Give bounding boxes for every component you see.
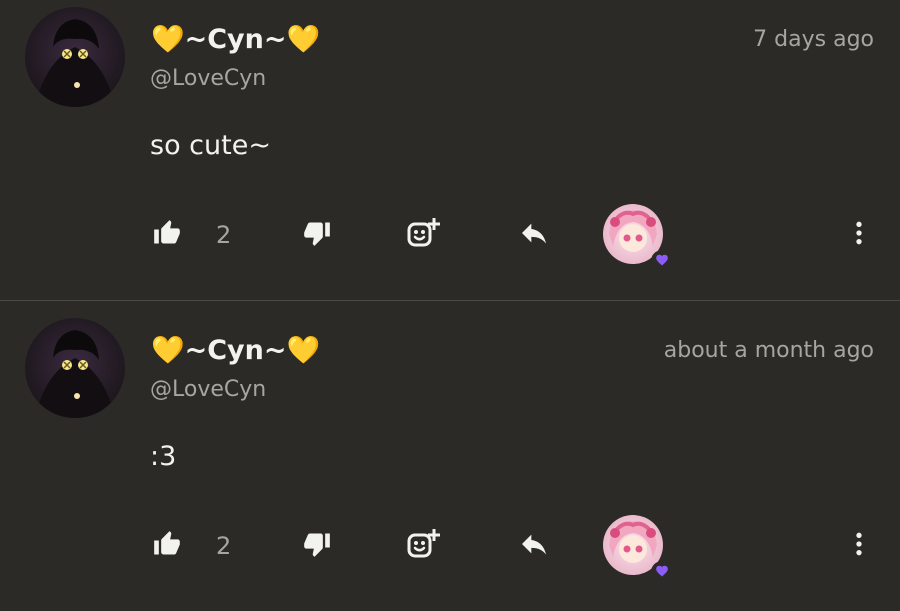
heart-badge bbox=[651, 250, 673, 272]
reply-button[interactable] bbox=[517, 218, 551, 252]
author-handle[interactable]: @LoveCyn bbox=[150, 64, 266, 94]
like-count: 2 bbox=[216, 532, 232, 560]
more-options-button[interactable] bbox=[842, 218, 876, 252]
timestamp[interactable]: about a month ago bbox=[664, 335, 874, 367]
more-vertical-icon bbox=[843, 528, 875, 564]
comment-actions: 2 bbox=[0, 200, 900, 272]
heart-icon bbox=[655, 563, 669, 582]
reply-button[interactable] bbox=[517, 529, 551, 563]
reply-icon bbox=[518, 217, 550, 253]
avatar[interactable] bbox=[25, 7, 125, 107]
like-button[interactable] bbox=[150, 529, 184, 563]
like-button[interactable] bbox=[150, 218, 184, 252]
heart-icon bbox=[655, 252, 669, 271]
thumbs-up-icon bbox=[153, 530, 181, 562]
more-options-button[interactable] bbox=[842, 529, 876, 563]
add-reaction-button[interactable] bbox=[406, 529, 440, 563]
thumbs-down-icon bbox=[303, 530, 331, 562]
creator-heart[interactable] bbox=[603, 515, 673, 583]
comment-item: 💛~Cyn~💛 @LoveCyn about a month ago :3 2 bbox=[0, 311, 900, 611]
comment-text: :3 bbox=[150, 441, 177, 472]
heart-badge bbox=[651, 561, 673, 583]
creator-heart[interactable] bbox=[603, 204, 673, 272]
thumbs-up-icon bbox=[153, 219, 181, 251]
timestamp[interactable]: 7 days ago bbox=[753, 24, 874, 56]
dislike-button[interactable] bbox=[300, 218, 334, 252]
add-reaction-icon bbox=[406, 527, 440, 565]
add-reaction-icon bbox=[406, 216, 440, 254]
thumbs-down-icon bbox=[303, 219, 331, 251]
more-vertical-icon bbox=[843, 217, 875, 253]
add-reaction-button[interactable] bbox=[406, 218, 440, 252]
author-handle[interactable]: @LoveCyn bbox=[150, 375, 266, 405]
like-count: 2 bbox=[216, 221, 232, 249]
author-name[interactable]: 💛~Cyn~💛 bbox=[151, 18, 320, 62]
avatar[interactable] bbox=[25, 318, 125, 418]
dislike-button[interactable] bbox=[300, 529, 334, 563]
divider bbox=[0, 300, 900, 301]
comment-actions: 2 bbox=[0, 511, 900, 583]
comment-text: so cute~ bbox=[150, 130, 271, 161]
author-name[interactable]: 💛~Cyn~💛 bbox=[151, 329, 320, 373]
reply-icon bbox=[518, 528, 550, 564]
comment-item: 💛~Cyn~💛 @LoveCyn 7 days ago so cute~ 2 bbox=[0, 0, 900, 300]
